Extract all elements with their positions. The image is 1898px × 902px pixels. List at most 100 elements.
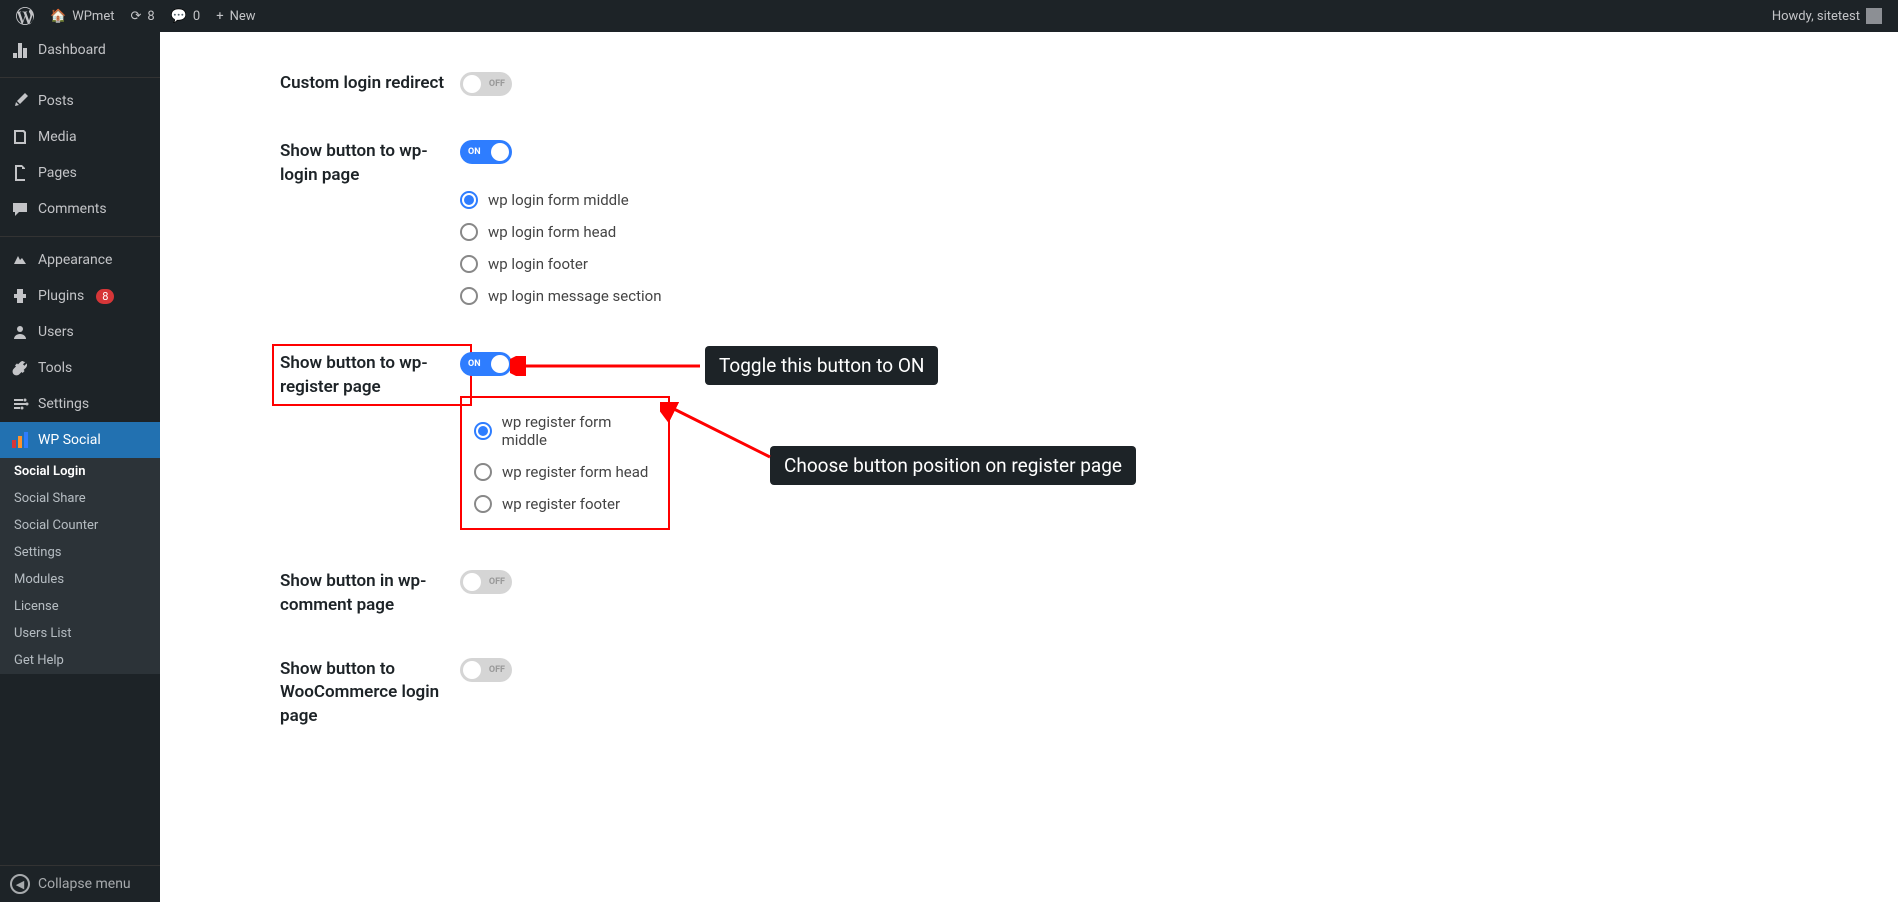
- toggle-wpComment[interactable]: OFF: [460, 570, 512, 594]
- setting-row-wpComment: Show button in wp-comment page OFF: [160, 550, 1898, 638]
- submenu: Social LoginSocial ShareSocial CounterSe…: [0, 458, 160, 674]
- comments-icon: [10, 199, 30, 219]
- posts-icon: [10, 91, 30, 111]
- toggle-knob: [463, 661, 481, 679]
- setting-row-wpRegister: Show button to wp-register pageONwp regi…: [160, 332, 1898, 550]
- radio-option[interactable]: wp register form middle: [474, 406, 656, 456]
- wp-social-icon: [10, 430, 30, 450]
- settings-icon: [10, 394, 30, 414]
- main-content: Custom login redirect OFF Show button to w…: [160, 32, 1898, 902]
- radio-option[interactable]: wp login form middle: [460, 184, 1898, 216]
- submenu-item[interactable]: Modules: [0, 566, 160, 593]
- radio-label: wp register form middle: [502, 413, 656, 449]
- plugin-update-badge: 8: [96, 289, 114, 304]
- sidebar-item-wpsocial[interactable]: WP Social: [0, 422, 160, 458]
- plugins-icon: [10, 286, 30, 306]
- media-icon: [10, 127, 30, 147]
- submenu-item[interactable]: Social Counter: [0, 512, 160, 539]
- radio-group-wpLogin: wp login form middle wp login form head wp…: [460, 184, 1898, 312]
- radio-option[interactable]: wp login message section: [460, 280, 1898, 312]
- sidebar-item-label: Appearance: [38, 252, 112, 268]
- sidebar-item-posts[interactable]: Posts: [0, 83, 160, 119]
- admin-sidebar: Dashboard Posts Media Pages Comments Appearan…: [0, 32, 160, 902]
- toggle-woo[interactable]: OFF: [460, 658, 512, 682]
- setting-label: Show button to WooCommerce login page: [160, 658, 450, 729]
- collapse-menu-button[interactable]: ◀ Collapse menu: [0, 865, 160, 902]
- toggle-wpRegister[interactable]: ON: [460, 352, 512, 376]
- radio-group-wpRegister: wp register form middle wp register form …: [460, 396, 670, 530]
- home-icon: 🏠: [50, 9, 66, 24]
- setting-label: Show button in wp-comment page: [160, 570, 450, 618]
- admin-bar: 🏠 WPmet ⟳ 8 💬 0 + New Howdy, sitetest: [0, 0, 1898, 32]
- setting-label: Custom login redirect: [160, 72, 450, 100]
- radio-icon: [474, 422, 492, 440]
- sidebar-item-plugins[interactable]: Plugins8: [0, 278, 160, 314]
- sidebar-item-comments[interactable]: Comments: [0, 191, 160, 227]
- sidebar-item-tools[interactable]: Tools: [0, 350, 160, 386]
- toggle-text: OFF: [489, 665, 505, 675]
- sidebar-item-settings[interactable]: Settings: [0, 386, 160, 422]
- sidebar-item-label: Tools: [38, 360, 72, 376]
- submenu-item[interactable]: Settings: [0, 539, 160, 566]
- toggle-wpLogin[interactable]: ON: [460, 140, 512, 164]
- comment-icon: 💬: [171, 9, 187, 24]
- updates-link[interactable]: ⟳ 8: [122, 0, 162, 32]
- sidebar-item-label: Pages: [38, 165, 77, 181]
- sidebar-item-label: Posts: [38, 93, 74, 109]
- radio-icon: [460, 287, 478, 305]
- sidebar-item-users[interactable]: Users: [0, 314, 160, 350]
- update-icon: ⟳: [130, 9, 141, 24]
- submenu-item[interactable]: License: [0, 593, 160, 620]
- radio-option[interactable]: wp register form head: [474, 456, 656, 488]
- toggle-knob: [491, 355, 509, 373]
- howdy-text: Howdy, sitetest: [1772, 9, 1860, 24]
- sidebar-item-appearance[interactable]: Appearance: [0, 242, 160, 278]
- users-icon: [10, 322, 30, 342]
- comment-count: 0: [193, 9, 200, 24]
- sidebar-item-pages[interactable]: Pages: [0, 155, 160, 191]
- setting-control: OFF: [450, 570, 1898, 618]
- sidebar-item-label: WP Social: [38, 432, 101, 448]
- highlight-box-label: [272, 344, 472, 406]
- new-content-link[interactable]: + New: [208, 0, 263, 32]
- radio-label: wp login message section: [488, 287, 661, 305]
- howdy-link[interactable]: Howdy, sitetest: [1764, 0, 1890, 32]
- collapse-icon: ◀: [10, 874, 30, 894]
- sidebar-item-label: Dashboard: [38, 42, 106, 58]
- radio-icon: [474, 463, 492, 481]
- sidebar-item-label: Settings: [38, 396, 89, 412]
- radio-icon: [460, 191, 478, 209]
- sidebar-item-media[interactable]: Media: [0, 119, 160, 155]
- sidebar-item-dashboard[interactable]: Dashboard: [0, 32, 160, 68]
- plus-icon: +: [216, 9, 223, 24]
- setting-control: OFF: [450, 72, 1898, 100]
- sidebar-item-label: Users: [38, 324, 74, 340]
- toggle-text: ON: [468, 359, 481, 369]
- toggle-text: OFF: [489, 79, 505, 89]
- radio-option[interactable]: wp register footer: [474, 488, 656, 520]
- radio-option[interactable]: wp login footer: [460, 248, 1898, 280]
- radio-option[interactable]: wp login form head: [460, 216, 1898, 248]
- radio-label: wp login form head: [488, 223, 616, 241]
- sidebar-item-label: Comments: [38, 201, 107, 217]
- radio-icon: [460, 255, 478, 273]
- site-name-link[interactable]: 🏠 WPmet: [42, 0, 122, 32]
- update-count: 8: [147, 9, 154, 24]
- arrow-position-icon: [660, 402, 775, 462]
- setting-row-woo: Show button to WooCommerce login page OFF: [160, 638, 1898, 749]
- site-name: WPmet: [72, 9, 114, 24]
- wordpress-icon: [16, 7, 34, 25]
- collapse-label: Collapse menu: [38, 876, 131, 892]
- dashboard-icon: [10, 40, 30, 60]
- submenu-item[interactable]: Get Help: [0, 647, 160, 674]
- wp-logo[interactable]: [8, 0, 42, 32]
- submenu-item[interactable]: Social Login: [0, 458, 160, 485]
- toggle-customLogin[interactable]: OFF: [460, 72, 512, 96]
- submenu-item[interactable]: Users List: [0, 620, 160, 647]
- pages-icon: [10, 163, 30, 183]
- toggle-knob: [491, 143, 509, 161]
- avatar-icon: [1866, 8, 1882, 24]
- submenu-item[interactable]: Social Share: [0, 485, 160, 512]
- setting-control: ONwp register form middlewp register for…: [450, 352, 1898, 530]
- comments-link[interactable]: 💬 0: [163, 0, 209, 32]
